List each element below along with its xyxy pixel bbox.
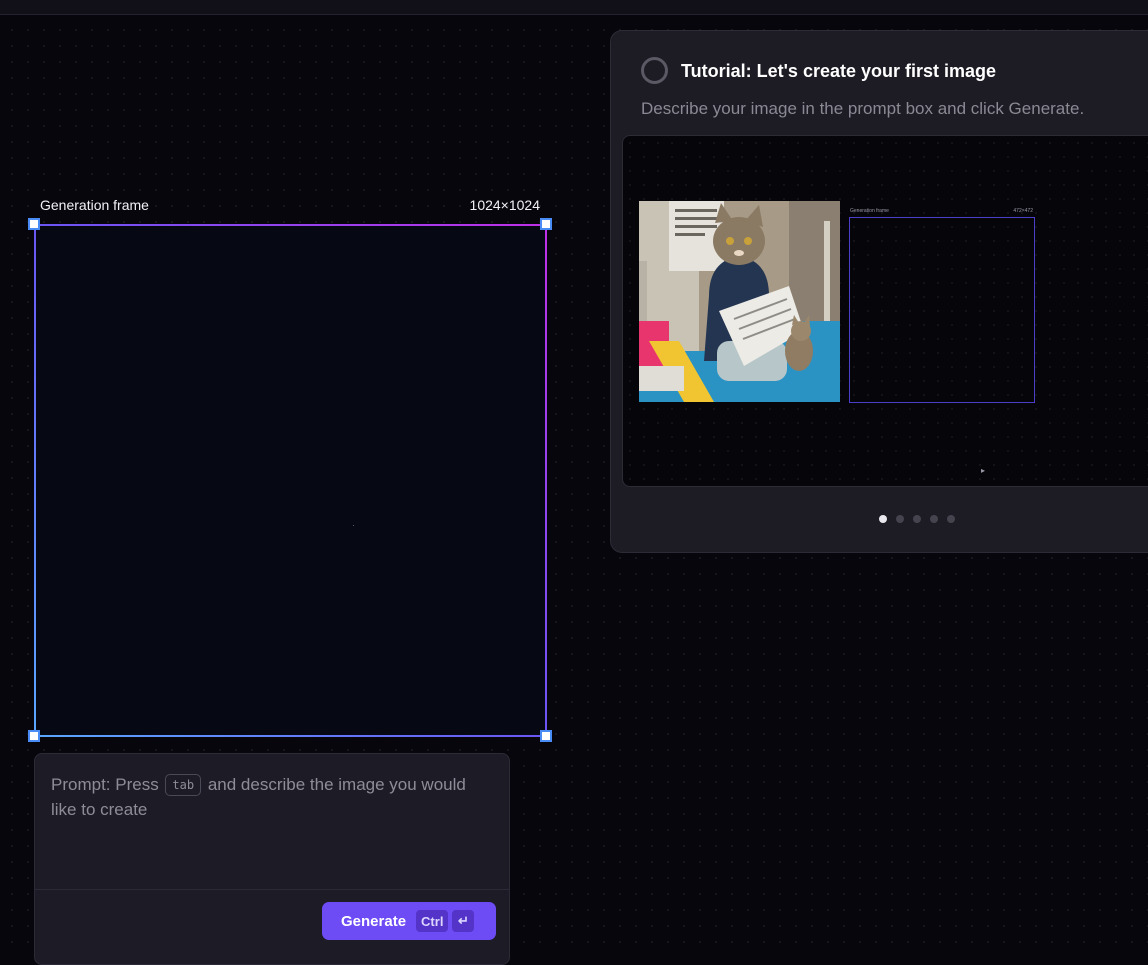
generation-frame[interactable]: [34, 224, 547, 737]
cursor-icon: ▸: [981, 466, 986, 475]
mini-frame-title: Generation frame: [850, 208, 889, 214]
pagination-dot-5[interactable]: [947, 515, 955, 523]
frame-center-dot: [353, 525, 354, 526]
generate-button[interactable]: Generate Ctrl ↵: [322, 902, 496, 940]
prompt-box[interactable]: Prompt: Press tab and describe the image…: [34, 753, 510, 965]
prompt-placeholder-start: Prompt: Press: [51, 775, 164, 794]
tab-key-hint: tab: [165, 774, 202, 796]
tutorial-progress-circle-icon[interactable]: [641, 57, 668, 84]
resize-handle-bottom-left[interactable]: [28, 730, 40, 742]
generate-button-label: Generate: [341, 912, 407, 930]
ctrl-key-chip: Ctrl: [416, 910, 449, 932]
pagination-dot-4[interactable]: [930, 515, 938, 523]
tutorial-pagination: [879, 515, 955, 523]
prompt-divider: [35, 889, 509, 890]
top-bar: [0, 0, 1148, 15]
mini-generation-frame: [849, 217, 1035, 403]
resize-handle-bottom-right[interactable]: [540, 730, 552, 742]
pagination-dot-1[interactable]: [879, 515, 887, 523]
generation-frame-title: Generation frame: [40, 197, 149, 213]
tutorial-description: Describe your image in the prompt box an…: [641, 99, 1085, 118]
prompt-input[interactable]: Prompt: Press tab and describe the image…: [51, 772, 491, 822]
pagination-dot-3[interactable]: [913, 515, 921, 523]
pagination-dot-2[interactable]: [896, 515, 904, 523]
generation-frame-size: 1024×1024: [469, 197, 540, 213]
tutorial-panel: Tutorial: Let's create your first image …: [610, 30, 1148, 553]
mini-frame-size: 472×472: [1013, 208, 1033, 214]
resize-handle-top-right[interactable]: [540, 218, 552, 230]
tutorial-preview: Generation frame 472×472 ▸: [622, 135, 1148, 487]
resize-handle-top-left[interactable]: [28, 218, 40, 230]
enter-key-icon: ↵: [452, 910, 475, 932]
tutorial-title: Tutorial: Let's create your first image: [681, 61, 997, 81]
cat-reading-newspaper-image: [639, 201, 840, 402]
